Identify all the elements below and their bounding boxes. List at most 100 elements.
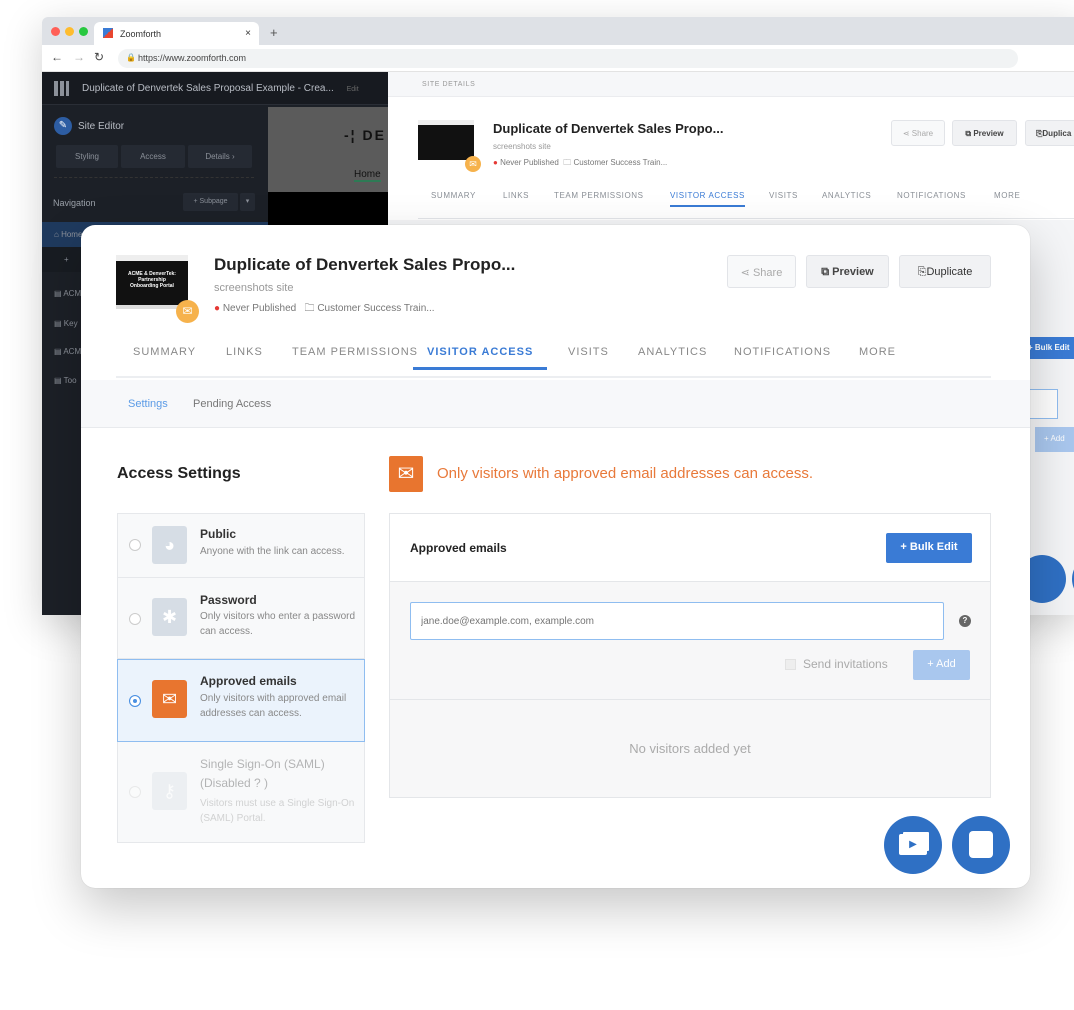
tab-notifications[interactable]: NOTIFICATIONS xyxy=(734,346,831,358)
styling-button[interactable]: Styling xyxy=(56,145,118,168)
bg-preview-button[interactable]: ⧉ Preview xyxy=(952,120,1017,146)
preview-dark-strip xyxy=(268,192,388,225)
subpage-dropdown-icon[interactable]: ▾ xyxy=(240,193,255,211)
globe-icon: ◕ xyxy=(152,526,187,564)
chat-button[interactable] xyxy=(952,816,1010,874)
bg-site-title: Duplicate of Denvertek Sales Propo... xyxy=(493,121,724,136)
envelope-icon: ✉ xyxy=(389,456,423,492)
preview-logo: -¦ DE xyxy=(344,127,386,143)
bg-tab-visits[interactable]: VISITS xyxy=(769,191,798,200)
site-status: ● Never Published 🗀 Customer Success Tra… xyxy=(214,303,435,314)
preview-button[interactable]: ⧉ Preview xyxy=(806,255,889,288)
site-details-card: ACME & DenverTek: Partnership Onboarding… xyxy=(81,225,1030,888)
subtab-pending-access[interactable]: Pending Access xyxy=(193,398,271,410)
tab-title: Zoomforth xyxy=(120,29,162,39)
editor-site-title: Duplicate of Denvertek Sales Proposal Ex… xyxy=(82,83,334,94)
editor-header: Duplicate of Denvertek Sales Proposal Ex… xyxy=(42,72,388,105)
lock-icon: 🔒 xyxy=(126,53,136,62)
tab-links[interactable]: LINKS xyxy=(226,346,263,358)
divider xyxy=(390,699,990,700)
email-input[interactable] xyxy=(410,602,944,640)
maximize-window-button[interactable] xyxy=(79,27,88,36)
zoomforth-favicon-icon xyxy=(103,28,113,38)
subnav: Settings Pending Access xyxy=(81,380,1030,428)
site-details-bar: SITE DETAILS xyxy=(388,72,1074,97)
panel-title: Approved emails xyxy=(410,541,507,555)
zoomforth-logo-icon xyxy=(54,81,69,96)
help-icon[interactable]: ? xyxy=(959,615,971,627)
asterisk-icon: ✱ xyxy=(152,598,187,636)
password-radio[interactable] xyxy=(129,613,141,625)
access-settings-title: Access Settings xyxy=(117,465,241,482)
bg-tab-team-permissions[interactable]: TEAM PERMISSIONS xyxy=(554,191,644,200)
bg-site-subtitle: screenshots site xyxy=(493,142,551,151)
back-icon[interactable]: ← xyxy=(51,50,63,64)
add-subpage-button[interactable]: + Subpage xyxy=(183,193,238,211)
bg-tab-analytics[interactable]: ANALYTICS xyxy=(822,191,871,200)
option-public[interactable]: ◕ Public Anyone with the link can access… xyxy=(117,513,365,578)
duplicate-button[interactable]: ⎘Duplicate xyxy=(899,255,991,288)
bulk-edit-button[interactable]: + Bulk Edit xyxy=(886,533,972,563)
close-tab-icon[interactable]: × xyxy=(245,28,251,39)
send-invitations-checkbox[interactable] xyxy=(785,659,796,670)
tab-analytics[interactable]: ANALYTICS xyxy=(638,346,707,358)
tab-visitor-access[interactable]: VISITOR ACCESS xyxy=(413,346,548,370)
forward-icon[interactable]: → xyxy=(73,50,85,64)
envelope-icon: ✉ xyxy=(152,680,187,718)
tab-summary[interactable]: SUMMARY xyxy=(133,346,196,358)
bg-share-button[interactable]: ⋖ Share xyxy=(891,120,945,146)
url-input[interactable]: 🔒 https://www.zoomforth.com xyxy=(118,49,1018,68)
site-subtitle: screenshots site xyxy=(214,282,294,294)
public-radio[interactable] xyxy=(129,539,141,551)
option-approved-emails[interactable]: ✉ Approved emails Only visitors with app… xyxy=(117,659,365,742)
option-title: Password xyxy=(200,593,257,607)
bg-add-button[interactable]: + Add xyxy=(1035,427,1074,452)
address-bar: ← → ↻ 🔒 https://www.zoomforth.com xyxy=(42,45,1074,72)
navigation-label: Navigation xyxy=(53,198,96,208)
details-button[interactable]: Details › xyxy=(188,145,252,168)
bg-tab-notifications[interactable]: NOTIFICATIONS xyxy=(897,191,966,200)
browser-tab[interactable]: Zoomforth × xyxy=(94,22,259,45)
option-desc: Only visitors who enter a password can a… xyxy=(200,611,356,637)
option-title: Approved emails xyxy=(200,674,297,688)
new-tab-icon[interactable]: + xyxy=(270,25,278,40)
add-button[interactable]: + Add xyxy=(913,650,970,680)
bg-bulk-edit-button[interactable]: + Bulk Edit xyxy=(1024,337,1074,359)
minimize-window-button[interactable] xyxy=(65,27,74,36)
tab-visits[interactable]: VISITS xyxy=(568,346,609,358)
divider xyxy=(418,218,1074,219)
close-window-button[interactable] xyxy=(51,27,60,36)
option-title: Single Sign-On (SAML) (Disabled ? ) xyxy=(200,757,325,790)
access-button[interactable]: Access xyxy=(121,145,185,168)
mail-badge-icon: ✉ xyxy=(176,300,199,323)
site-preview: -¦ DE Home xyxy=(268,107,388,192)
bg-tab-visitor-access[interactable]: VISITOR ACCESS xyxy=(670,191,745,207)
subtab-settings[interactable]: Settings xyxy=(128,398,168,410)
access-notice: Only visitors with approved email addres… xyxy=(437,465,813,482)
approved-emails-panel: Approved emails + Bulk Edit ? Send invit… xyxy=(389,513,991,798)
tab-team-permissions[interactable]: TEAM PERMISSIONS xyxy=(292,346,418,358)
saml-radio xyxy=(129,786,141,798)
tab-more[interactable]: MORE xyxy=(859,346,896,358)
reload-icon[interactable]: ↻ xyxy=(94,50,104,64)
key-icon: ⚷ xyxy=(152,772,187,810)
empty-state-text: No visitors added yet xyxy=(629,741,751,756)
bg-tab-more[interactable]: MORE xyxy=(994,191,1020,200)
panel-header: Approved emails + Bulk Edit xyxy=(390,514,990,582)
share-button[interactable]: ⋖ Share xyxy=(727,255,796,288)
mail-badge-icon: ✉ xyxy=(465,156,481,172)
video-library-button[interactable]: ▶ xyxy=(884,816,942,874)
bg-tab-links[interactable]: LINKS xyxy=(503,191,529,200)
preview-home-link: Home xyxy=(354,169,381,182)
option-desc: Visitors must use a Single Sign-On (SAML… xyxy=(200,798,355,824)
option-password[interactable]: ✱ Password Only visitors who enter a pas… xyxy=(117,578,365,659)
site-title: Duplicate of Denvertek Sales Propo... xyxy=(214,255,516,274)
bg-duplicate-button[interactable]: ⎘Duplica xyxy=(1025,120,1074,146)
edit-title-link[interactable]: Edit xyxy=(347,86,359,93)
video-icon: ▶ xyxy=(899,834,927,855)
bg-tab-summary[interactable]: SUMMARY xyxy=(431,191,476,200)
approved-emails-radio[interactable] xyxy=(129,695,141,707)
share-icon: ⋖ xyxy=(740,267,750,279)
pencil-icon: ✎ xyxy=(54,117,72,135)
option-desc: Only visitors with approved email addres… xyxy=(200,693,347,719)
